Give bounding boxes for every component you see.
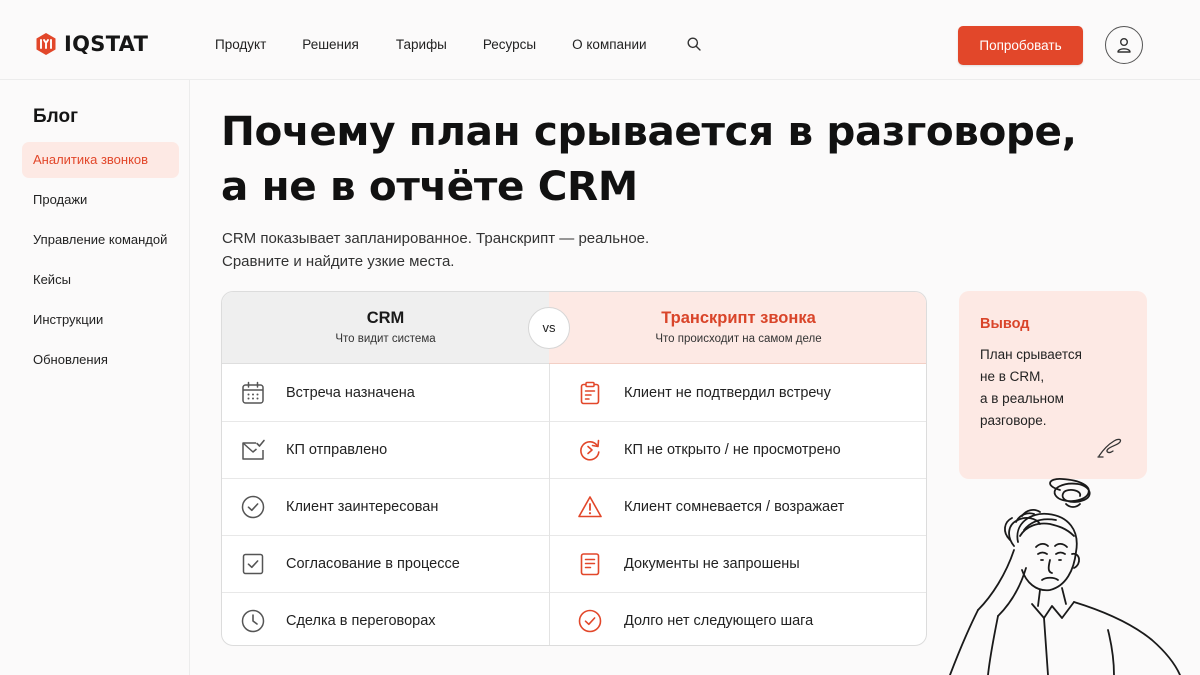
- document-icon: [580, 553, 600, 576]
- conclusion-line: разговоре.: [980, 413, 1047, 428]
- crm-row-label: Сделка в переговорах: [286, 613, 436, 629]
- subtitle-line: CRM показывает запланированное. Транскри…: [222, 230, 650, 247]
- clipboard-icon: [580, 381, 600, 404]
- transcript-row: Клиент не подтвердил встречу: [550, 364, 926, 421]
- check-circle-icon: [241, 495, 265, 519]
- crm-row: Встреча назначена: [222, 364, 549, 421]
- conclusion-line: не в CRM,: [980, 369, 1045, 384]
- sidebar-item-updates[interactable]: Обновления: [22, 342, 179, 378]
- page-title-line: Почему план срывается в разговоре,: [221, 107, 1077, 155]
- transcript-row-label: Клиент не подтвердил встречу: [624, 384, 831, 401]
- sidebar-title: Блог: [33, 106, 78, 127]
- conclusion-text: План срывается не в CRM, а в реальном ра…: [980, 344, 1082, 432]
- sidebar-item-cases[interactable]: Кейсы: [22, 262, 179, 298]
- sidebar-item-call-analytics[interactable]: Аналитика звонков: [22, 142, 179, 178]
- crm-row: Согласование в процессе: [222, 535, 549, 592]
- transcript-row-label: Долго нет следующего шага: [624, 613, 814, 629]
- check-circle-icon: [578, 609, 602, 633]
- main-nav: Продукт Решения Тарифы Ресурсы О компани…: [215, 36, 702, 52]
- nav-item-pricing[interactable]: Тарифы: [396, 37, 447, 52]
- sidebar-item-sales[interactable]: Продажи: [22, 182, 179, 218]
- page-subtitle: CRM показывает запланированное. Транскри…: [222, 227, 649, 273]
- page-title-line: а не в отчёте CRM: [221, 162, 638, 210]
- nav-item-about[interactable]: О компании: [572, 37, 646, 52]
- warning-icon: [578, 496, 602, 518]
- crm-row: КП отправлено: [222, 421, 549, 478]
- crm-row-label: Встреча назначена: [286, 384, 415, 401]
- sidebar-list: Аналитика звонков Продажи Управление ком…: [22, 142, 179, 382]
- transcript-row: Документы не запрошены: [550, 535, 926, 592]
- search-icon[interactable]: [686, 36, 702, 52]
- transcript-row-label: Клиент сомневается / возражает: [624, 499, 845, 515]
- crm-row-label: Клиент заинтересован: [286, 499, 439, 515]
- conclusion-line: План срывается: [980, 347, 1082, 362]
- sidebar-item-guides[interactable]: Инструкции: [22, 302, 179, 338]
- conclusion-title: Вывод: [980, 316, 1030, 332]
- subtitle-line: Сравните и найдите узкие места.: [222, 253, 455, 270]
- stressed-man-illustration: [949, 478, 1181, 675]
- scribble-icon: [1097, 438, 1122, 458]
- transcript-row: КП не открыто / не просмотрено: [550, 421, 926, 478]
- clock-icon: [241, 609, 265, 633]
- blog-sidebar: Блог Аналитика звонков Продажи Управлени…: [0, 80, 190, 675]
- crm-row: Клиент заинтересован: [222, 478, 549, 535]
- page: IQSTAT Продукт Решения Тарифы Ресурсы О …: [0, 0, 1200, 675]
- page-title: Почему план срывается в разговоре, а не …: [221, 104, 1121, 214]
- crm-column-title: CRM: [366, 309, 405, 327]
- mail-check-icon: [242, 439, 265, 460]
- nav-item-solutions[interactable]: Решения: [302, 37, 359, 52]
- crm-column-header: CRM Что видит система: [222, 292, 549, 364]
- crm-row: Сделка в переговорах: [222, 592, 549, 645]
- try-button[interactable]: Попробовать: [958, 26, 1083, 65]
- transcript-column-subtitle: Что происходит на самом деле: [655, 333, 822, 345]
- crm-row-label: КП отправлено: [286, 442, 388, 458]
- checkbox-icon: [242, 553, 264, 575]
- sidebar-item-team-management[interactable]: Управление командой: [22, 222, 179, 258]
- transcript-column-header: Транскрипт звонка Что происходит на само…: [549, 292, 926, 364]
- crm-row-label: Согласование в процессе: [286, 556, 460, 572]
- user-icon: [1117, 38, 1131, 53]
- transcript-row: Клиент сомневается / возражает: [550, 478, 926, 535]
- logo[interactable]: IQSTAT: [34, 30, 148, 58]
- vs-badge: vs: [528, 307, 570, 349]
- transcript-column-title: Транскрипт звонка: [661, 309, 816, 327]
- refresh-icon: [580, 439, 600, 461]
- transcript-row: Долго нет следующего шага: [550, 592, 926, 645]
- comparison-table: CRM Что видит система Транскрипт звонка …: [221, 291, 927, 646]
- transcript-row-label: КП не открыто / не просмотрено: [624, 442, 841, 458]
- conclusion-line: а в реальном: [980, 391, 1064, 406]
- logo-mark-icon: [36, 33, 56, 55]
- transcript-row-label: Документы не запрошены: [624, 556, 800, 572]
- calendar-icon: [242, 381, 264, 404]
- top-header: IQSTAT Продукт Решения Тарифы Ресурсы О …: [0, 0, 1200, 80]
- nav-item-product[interactable]: Продукт: [215, 37, 266, 52]
- profile-button[interactable]: [1105, 26, 1143, 64]
- logo-text: IQSTAT: [64, 32, 149, 56]
- nav-item-resources[interactable]: Ресурсы: [483, 37, 536, 52]
- crm-column-subtitle: Что видит система: [335, 333, 436, 345]
